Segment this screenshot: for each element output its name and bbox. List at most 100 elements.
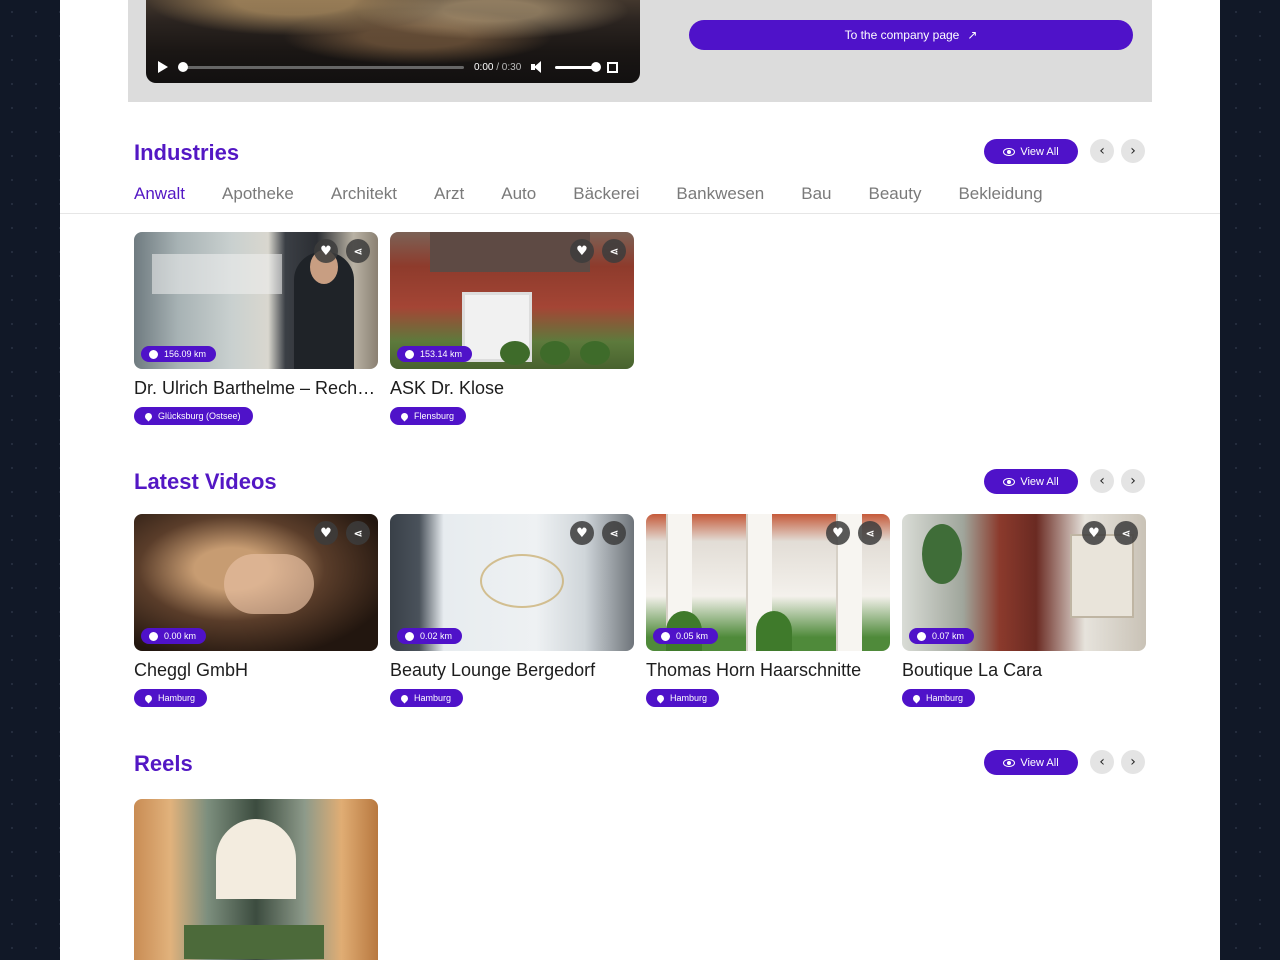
- tab-baeckerei[interactable]: Bäckerei: [573, 184, 639, 204]
- video-card[interactable]: ♥ ⋖ 0.00 km Cheggl GmbH Hamburg: [134, 514, 378, 707]
- location-pin-icon: [143, 693, 154, 703]
- current-time: 0:00: [474, 61, 494, 73]
- play-icon[interactable]: [158, 61, 168, 73]
- volume-icon[interactable]: [531, 61, 545, 73]
- reels-prev-button[interactable]: ‹: [1090, 750, 1114, 774]
- page: 0:00 / 0:30 To the company page ↗ Indust…: [60, 0, 1220, 960]
- industries-prev-button[interactable]: ‹: [1090, 139, 1114, 163]
- eye-icon: [1003, 477, 1016, 486]
- reels-view-all-button[interactable]: View All: [984, 750, 1078, 775]
- chevron-right-icon: ›: [1130, 473, 1136, 489]
- card-title[interactable]: Cheggl GmbH: [134, 660, 378, 681]
- clock-icon: [149, 631, 158, 641]
- eye-icon: [1003, 758, 1016, 767]
- industry-tabs: Anwalt Apotheke Architekt Arzt Auto Bäck…: [134, 184, 1080, 204]
- fullscreen-icon[interactable]: [607, 61, 619, 73]
- tab-beauty[interactable]: Beauty: [869, 184, 922, 204]
- video-card[interactable]: ♥ ⋖ 0.07 km Boutique La Cara Hamburg: [902, 514, 1146, 707]
- tab-arzt[interactable]: Arzt: [434, 184, 464, 204]
- distance-text: 156.09 km: [164, 349, 207, 359]
- location-text: Hamburg: [670, 693, 708, 703]
- favorite-button[interactable]: ♥: [314, 239, 338, 263]
- share-icon: ⋖: [609, 526, 619, 540]
- reels-title: Reels: [134, 751, 193, 776]
- industry-card[interactable]: ♥ ⋖ 156.09 km Dr. Ulrich Barthelme – Rec…: [134, 232, 378, 425]
- share-icon: ⋖: [609, 244, 619, 258]
- chevron-right-icon: ›: [1130, 754, 1136, 770]
- volume-knob[interactable]: [591, 61, 602, 72]
- clock-icon: [917, 631, 926, 641]
- tab-anwalt[interactable]: Anwalt: [134, 184, 185, 204]
- latest-videos-view-all-button[interactable]: View All: [984, 469, 1078, 494]
- reel-thumbnail[interactable]: [134, 799, 378, 960]
- latest-videos-prev-button[interactable]: ‹: [1090, 469, 1114, 493]
- video-player[interactable]: 0:00 / 0:30: [146, 0, 640, 83]
- heart-icon: ♥: [832, 525, 844, 541]
- clock-icon: [405, 631, 414, 641]
- tab-apotheke[interactable]: Apotheke: [222, 184, 294, 204]
- location-text: Flensburg: [414, 411, 455, 421]
- share-button[interactable]: ⋖: [858, 521, 882, 545]
- favorite-button[interactable]: ♥: [826, 521, 850, 545]
- favorite-button[interactable]: ♥: [314, 521, 338, 545]
- video-thumbnail[interactable]: ♥ ⋖ 0.02 km: [390, 514, 634, 651]
- distance-text: 0.05 km: [676, 631, 709, 641]
- distance-text: 0.00 km: [164, 631, 197, 641]
- latest-videos-next-button[interactable]: ›: [1121, 469, 1145, 493]
- favorite-button[interactable]: ♥: [570, 521, 594, 545]
- tab-auto[interactable]: Auto: [501, 184, 536, 204]
- tab-bankwesen[interactable]: Bankwesen: [676, 184, 764, 204]
- industry-card[interactable]: ♥ ⋖ 153.14 km ASK Dr. Klose Flensburg: [390, 232, 634, 425]
- tab-bekleidung[interactable]: Bekleidung: [958, 184, 1042, 204]
- favorite-button[interactable]: ♥: [570, 239, 594, 263]
- distance-badge: 0.05 km: [653, 628, 719, 644]
- tabs-divider: [60, 213, 1220, 214]
- card-title[interactable]: Boutique La Cara: [902, 660, 1146, 681]
- heart-icon: ♥: [320, 525, 332, 541]
- reel-card[interactable]: [134, 799, 378, 960]
- location-badge: Hamburg: [134, 689, 208, 707]
- company-page-label: To the company page: [844, 28, 960, 42]
- video-thumbnail[interactable]: ♥ ⋖ 0.05 km: [646, 514, 890, 651]
- duration: / 0:30: [496, 61, 522, 73]
- video-card[interactable]: ♥ ⋖ 0.02 km Beauty Lounge Bergedorf Hamb…: [390, 514, 634, 707]
- tab-bau[interactable]: Bau: [801, 184, 831, 204]
- card-title[interactable]: Thomas Horn Haarschnitte: [646, 660, 890, 681]
- view-all-label: View All: [1020, 145, 1059, 158]
- clock-icon: [661, 631, 670, 641]
- volume-slider[interactable]: [555, 61, 602, 72]
- video-thumbnail[interactable]: ♥ ⋖ 153.14 km: [390, 232, 634, 369]
- share-button[interactable]: ⋖: [1114, 521, 1138, 545]
- card-title[interactable]: Beauty Lounge Bergedorf: [390, 660, 634, 681]
- share-button[interactable]: ⋖: [602, 521, 626, 545]
- heart-icon: ♥: [320, 243, 332, 259]
- share-icon: ⋖: [865, 526, 875, 540]
- video-time: 0:00 / 0:30: [474, 62, 521, 73]
- heart-icon: ♥: [576, 525, 588, 541]
- share-button[interactable]: ⋖: [346, 521, 370, 545]
- card-title[interactable]: Dr. Ulrich Barthelme – Rechtsanwalt & No…: [134, 378, 378, 399]
- seek-knob[interactable]: [178, 61, 188, 72]
- location-text: Hamburg: [414, 693, 452, 703]
- card-title[interactable]: ASK Dr. Klose: [390, 378, 634, 399]
- video-thumbnail[interactable]: ♥ ⋖ 0.07 km: [902, 514, 1146, 651]
- distance-badge: 0.02 km: [397, 628, 463, 644]
- video-thumbnail[interactable]: ♥ ⋖ 156.09 km: [134, 232, 378, 369]
- video-thumbnail[interactable]: ♥ ⋖ 0.00 km: [134, 514, 378, 651]
- heart-icon: ♥: [576, 243, 588, 259]
- industries-next-button[interactable]: ›: [1121, 139, 1145, 163]
- reels-next-button[interactable]: ›: [1121, 750, 1145, 774]
- share-button[interactable]: ⋖: [346, 239, 370, 263]
- eye-icon: [1003, 147, 1016, 156]
- favorite-button[interactable]: ♥: [1082, 521, 1106, 545]
- industries-view-all-button[interactable]: View All: [984, 139, 1078, 164]
- view-all-label: View All: [1020, 756, 1059, 769]
- video-seek-bar[interactable]: [178, 61, 464, 72]
- tab-architekt[interactable]: Architekt: [331, 184, 397, 204]
- location-badge: Glücksburg (Ostsee): [134, 407, 253, 425]
- video-card[interactable]: ♥ ⋖ 0.05 km Thomas Horn Haarschnitte Ham…: [646, 514, 890, 707]
- arrow-up-right-icon: ↗: [967, 28, 978, 42]
- share-button[interactable]: ⋖: [602, 239, 626, 263]
- view-all-label: View All: [1020, 475, 1059, 488]
- company-page-button[interactable]: To the company page ↗: [689, 20, 1133, 50]
